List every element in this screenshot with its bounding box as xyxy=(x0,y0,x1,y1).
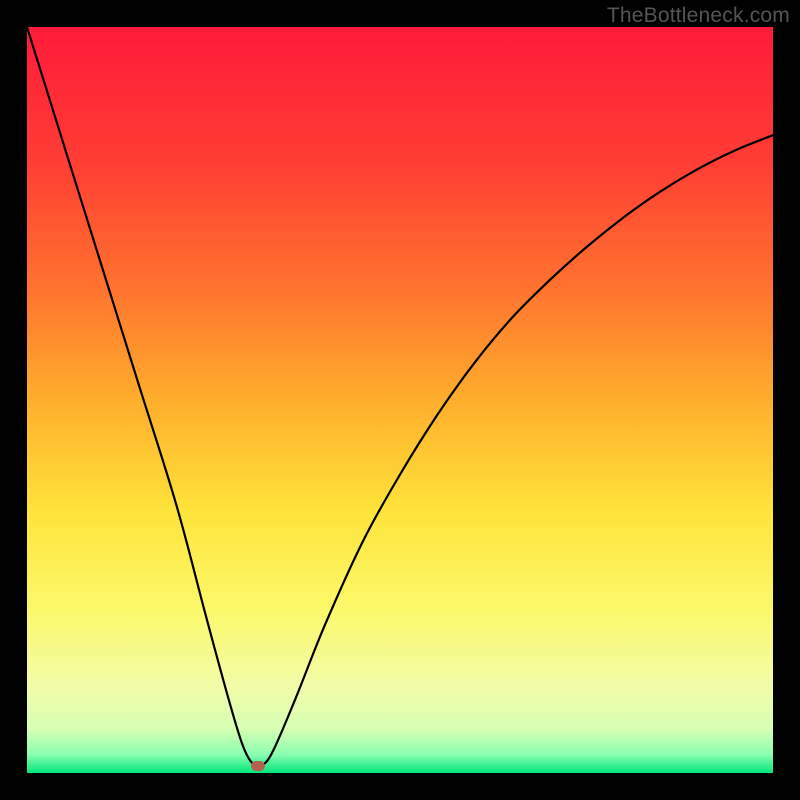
plot-area xyxy=(27,27,773,773)
optimal-point-marker xyxy=(251,761,265,771)
chart-frame: TheBottleneck.com xyxy=(0,0,800,800)
watermark-text: TheBottleneck.com xyxy=(607,4,790,28)
bottleneck-curve xyxy=(27,27,773,773)
